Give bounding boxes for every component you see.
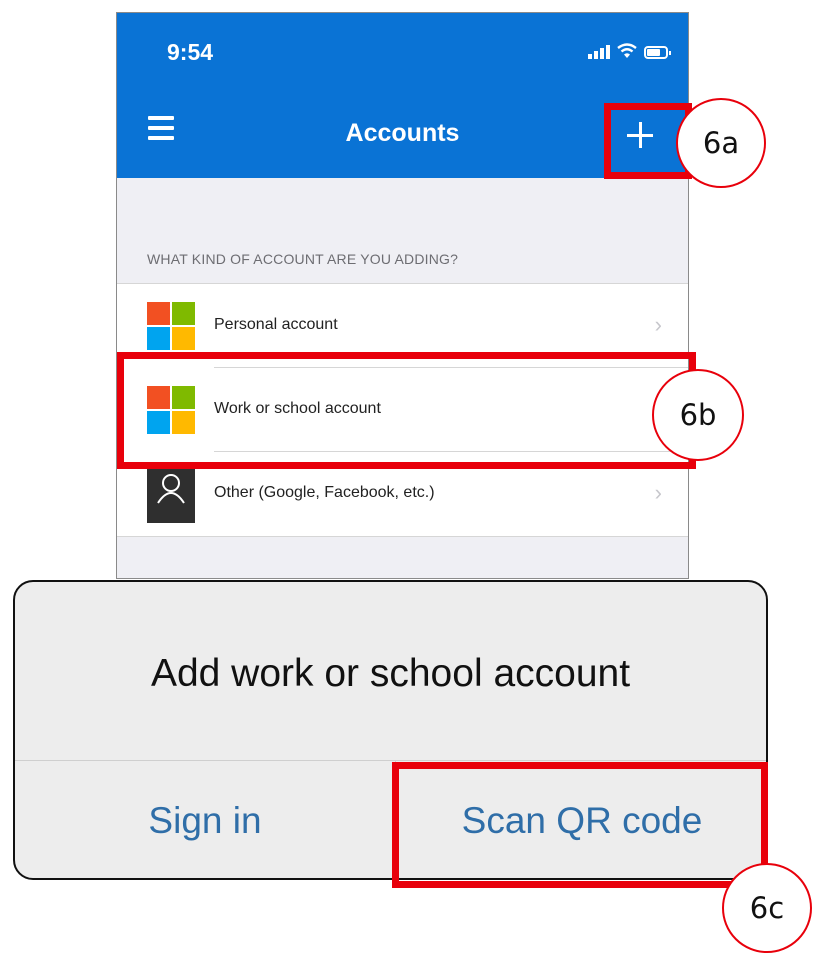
battery-icon: [644, 46, 671, 59]
dialog-title: Add work or school account: [150, 652, 631, 695]
authenticator-screen: 9:54 Accounts WHAT KIND OF ACCOUNT ARE Y…: [116, 12, 689, 579]
status-time: 9:54: [167, 39, 214, 65]
signal-icon: [588, 43, 610, 59]
page-title: Accounts: [345, 119, 460, 147]
chevron-right-icon: ›: [654, 312, 662, 337]
callout-6c: 6c: [722, 863, 812, 953]
personal-account-label: Personal account: [214, 316, 338, 333]
callout-6b: 6b: [652, 369, 744, 461]
status-icons: [588, 43, 671, 59]
section-header: WHAT KIND OF ACCOUNT ARE YOU ADDING?: [147, 251, 459, 267]
callout-box-6c: [392, 762, 768, 888]
wifi-icon: [617, 43, 637, 58]
other-account-label: Other (Google, Facebook, etc.): [214, 484, 435, 501]
callout-6a: 6a: [676, 98, 766, 188]
app-header: 9:54 Accounts: [117, 13, 688, 178]
chevron-right-icon: ›: [654, 480, 662, 505]
callout-box-6b: [117, 352, 696, 469]
sign-in-button[interactable]: Sign in: [15, 761, 395, 878]
microsoft-logo-icon: [147, 302, 195, 350]
person-icon: [147, 465, 195, 523]
